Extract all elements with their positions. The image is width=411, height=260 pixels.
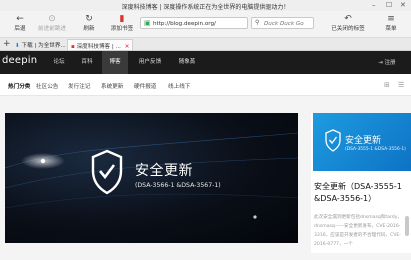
category-announcements[interactable]: 社区公告	[36, 82, 58, 90]
category-hot[interactable]: 热门分类	[8, 82, 30, 90]
search-input[interactable]	[264, 19, 313, 28]
url-input[interactable]	[153, 19, 245, 28]
tab-label: 下载 | 为全世界...	[21, 43, 66, 49]
refresh-icon: ↻	[85, 14, 93, 24]
thumbnail-subtitle: (DSA-3555-1 &DSA-3556-1)	[345, 147, 406, 152]
main-content: 安全更新 (DSA-3566-1 &DSA-3567-1) 安全更新 (DSA-…	[0, 96, 411, 260]
category-hardware[interactable]: 硬件报道	[134, 82, 156, 90]
browser-window: 深度科技博客 | 深度操作系统正在为全世界的电脑提供驱动力！ – ☐ ✕ ← 后…	[0, 0, 411, 260]
category-events[interactable]: 线上线下	[168, 82, 190, 90]
menu-button[interactable]: ≡ 菜单	[382, 14, 400, 33]
shield-icon	[325, 129, 341, 152]
nav-forum[interactable]: 论坛	[46, 51, 72, 74]
window-title: 深度科技博客 | 深度操作系统正在为全世界的电脑提供驱动力！	[121, 4, 290, 11]
menu-label: 菜单	[385, 26, 397, 32]
forward-icon: ⊙	[48, 14, 56, 24]
closed-tabs-label: 已关闭的标签	[331, 26, 365, 32]
grid-view-icon[interactable]: ⊞	[384, 81, 390, 89]
refresh-label: 刷新	[83, 26, 95, 32]
category-nav: 热门分类 社区公告 发行注记 系统更新 硬件报道 线上线下 ⊞ ☰	[0, 74, 411, 96]
add-bookmark-button[interactable]: ▮ 添加书签	[108, 14, 136, 33]
title-bar: 深度科技博客 | 深度操作系统正在为全世界的电脑提供驱动力！ – ☐ ✕	[0, 0, 411, 11]
add-bookmark-label: 添加书签	[110, 26, 134, 32]
post-card[interactable]: 安全更新 (DSA-3555-1 &DSA-3556-1) 安全更新（DSA-3…	[311, 113, 411, 253]
shield-icon	[91, 149, 123, 195]
tab-deepin-blog[interactable]: ▪ 深度科技博客 | ... ✕	[67, 39, 134, 50]
nav-feedback[interactable]: 用户反馈	[133, 51, 167, 74]
post-title[interactable]: 安全更新（DSA-3555-1 &DSA-3556-1）	[314, 181, 410, 205]
maximize-button[interactable]: ☐	[386, 1, 392, 9]
closed-tabs-button[interactable]: ↶ 已关闭的标签	[331, 14, 365, 33]
site-favicon-icon: ▪	[71, 44, 75, 50]
thumbnail-title: 安全更新	[345, 136, 382, 146]
hamburger-menu-icon: ≡	[387, 14, 395, 24]
refresh-button[interactable]: ↻ 刷新	[80, 14, 98, 33]
nav-more[interactable]: 随象蒸	[170, 51, 204, 74]
site-header: deepin 论坛 百科 博客 用户反馈 随象蒸 ⇥ 注册	[0, 51, 411, 74]
forward-button[interactable]: ⊙ 前进前跳进	[36, 14, 68, 33]
category-release-notes[interactable]: 发行注记	[68, 82, 90, 90]
nav-wiki[interactable]: 百科	[74, 51, 100, 74]
category-system-updates[interactable]: 系统更新	[101, 82, 123, 90]
banner-subtitle: (DSA-3566-1 &DSA-3567-1)	[135, 182, 221, 189]
address-bar[interactable]: ▣	[140, 17, 248, 29]
close-window-button[interactable]: ✕	[400, 1, 406, 9]
deepin-logo[interactable]: deepin	[2, 55, 37, 66]
bookmark-icon: ▮	[119, 14, 125, 24]
register-link[interactable]: ⇥ 注册	[378, 58, 396, 66]
tab-label: 深度科技博客 | ...	[76, 44, 121, 50]
closed-tabs-icon: ↶	[344, 14, 352, 24]
minimize-button[interactable]: –	[372, 1, 376, 9]
back-label: 后退	[14, 26, 26, 32]
browser-toolbar: ← 后退 ⊙ 前进前跳进 ↻ 刷新 ▮ 添加书签 ▣ ⚲ ↶ 已关闭的标签 ≡	[0, 11, 411, 38]
nav-blog[interactable]: 博客	[102, 51, 128, 74]
search-icon: ⚲	[255, 19, 260, 26]
download-icon: ⬇	[15, 43, 20, 49]
banner-title: 安全更新	[135, 163, 193, 179]
page-icon: ▣	[144, 19, 151, 27]
list-view-icon[interactable]: ☰	[398, 81, 404, 89]
new-tab-button[interactable]: +	[3, 39, 11, 49]
back-arrow-icon: ←	[16, 14, 24, 24]
forward-label: 前进前跳进	[38, 26, 66, 32]
scrollbar-thumb[interactable]	[405, 216, 409, 236]
close-tab-icon[interactable]: ✕	[125, 44, 130, 50]
back-button[interactable]: ← 后退	[10, 14, 30, 33]
featured-post-banner[interactable]: 安全更新 (DSA-3566-1 &DSA-3567-1)	[5, 113, 298, 243]
search-bar[interactable]: ⚲	[251, 17, 314, 29]
post-thumbnail[interactable]: 安全更新 (DSA-3555-1 &DSA-3556-1)	[313, 113, 411, 171]
tab-bar: + ⬇ 下载 | 为全世界... ✕ ▪ 深度科技博客 | ... ✕	[0, 38, 411, 51]
post-excerpt: 此次安全漏洞更新包括dnsmasq和tardy，dnsmasq——安全更新发布，…	[314, 215, 403, 247]
